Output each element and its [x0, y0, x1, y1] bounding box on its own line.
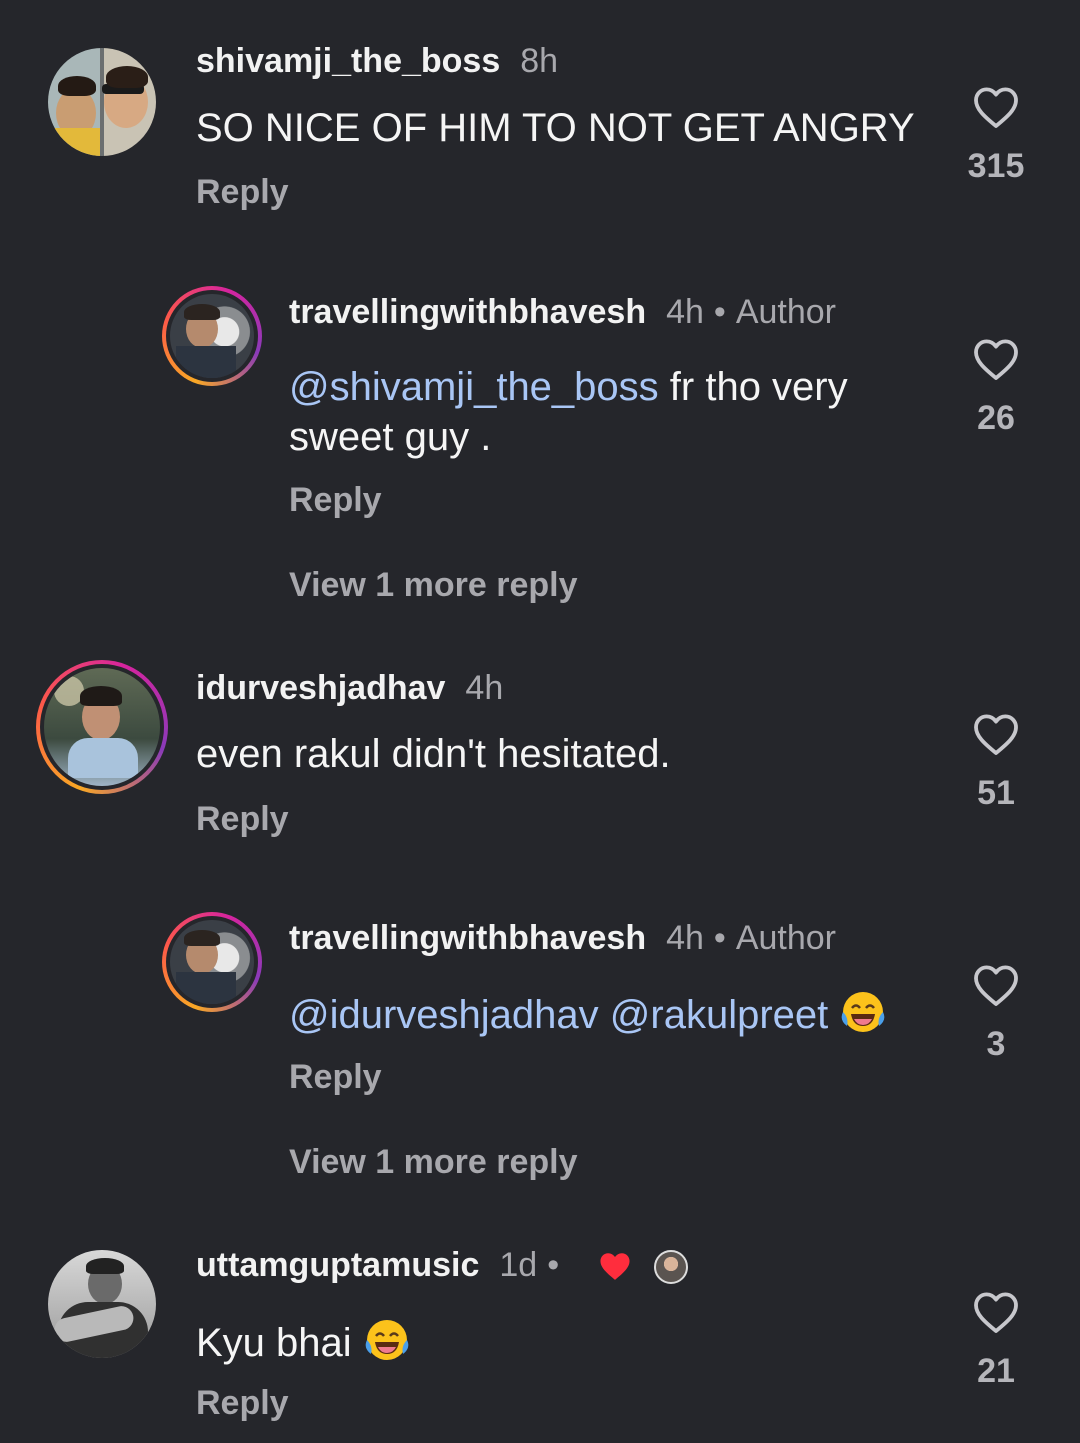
comment-text: even rakul didn't hesitated. — [196, 732, 671, 776]
like-count: 3 — [986, 1025, 1006, 1063]
username[interactable]: shivamji_the_boss — [196, 42, 500, 80]
like-button[interactable]: 21 — [946, 1290, 1046, 1391]
comment-idurveshjadhav: idurveshjadhav 4h even rakul didn't hesit… — [0, 620, 1080, 880]
avatar[interactable] — [36, 660, 168, 794]
comment-header: travellingwithbhavesh 4h • Author — [289, 293, 836, 332]
like-count: 315 — [967, 147, 1025, 185]
comment-body: Kyu bhai — [196, 1321, 352, 1365]
view-more-replies-button[interactable]: View 1 more reply — [289, 1143, 578, 1182]
avatar[interactable] — [48, 1250, 156, 1358]
comment-header: shivamji_the_boss 8h — [196, 42, 558, 81]
like-button[interactable]: 3 — [946, 963, 1046, 1064]
avatar[interactable] — [162, 912, 262, 1012]
avatar[interactable] — [48, 48, 156, 156]
heart-outline-icon[interactable] — [972, 85, 1020, 129]
comment-text: @shivamji_the_boss fr tho very sweet guy… — [289, 362, 909, 462]
like-button[interactable]: 26 — [946, 337, 1046, 438]
mention-link[interactable]: @rakulpreet — [610, 993, 828, 1037]
like-button[interactable]: 315 — [946, 85, 1046, 186]
timestamp: 1d — [499, 1246, 538, 1284]
heart-outline-icon[interactable] — [972, 963, 1020, 1007]
comment-text: @idurveshjadhav @rakulpreet — [289, 988, 887, 1040]
separator-dot: • — [713, 293, 726, 331]
creator-avatar — [654, 1250, 688, 1284]
username[interactable]: uttamguptamusic — [196, 1246, 479, 1284]
separator-dot: • — [713, 919, 726, 957]
comment-header: idurveshjadhav 4h — [196, 669, 503, 708]
reply-button[interactable]: Reply — [289, 481, 382, 520]
reply-button[interactable]: Reply — [196, 1384, 289, 1423]
like-button[interactable]: 51 — [946, 712, 1046, 813]
comment-uttamguptamusic: uttamguptamusic 1d • Kyu bhai Reply 21 — [0, 1210, 1080, 1443]
timestamp: 4h — [465, 669, 504, 707]
like-count: 51 — [977, 774, 1015, 812]
heart-outline-icon[interactable] — [972, 712, 1020, 756]
author-badge: Author — [735, 919, 837, 957]
reply-travellingwithbhavesh-1: travellingwithbhavesh 4h • Author @shivamji… — [0, 250, 1080, 620]
red-heart-icon — [600, 1253, 630, 1280]
comment-shivamji: shivamji_the_boss 8h SO NICE OF HIM TO NO… — [0, 0, 1080, 250]
mention-link[interactable]: @shivamji_the_boss — [289, 365, 659, 409]
username[interactable]: idurveshjadhav — [196, 669, 445, 707]
like-count: 26 — [977, 399, 1015, 437]
comment-header: travellingwithbhavesh 4h • Author — [289, 919, 836, 958]
mention-link[interactable]: @idurveshjadhav — [289, 993, 599, 1037]
view-more-replies-button[interactable]: View 1 more reply — [289, 566, 578, 605]
reply-button[interactable]: Reply — [196, 173, 289, 212]
heart-outline-icon[interactable] — [972, 1290, 1020, 1334]
reply-travellingwithbhavesh-2: travellingwithbhavesh 4h • Author @idurvesh… — [0, 880, 1080, 1210]
reply-button[interactable]: Reply — [196, 800, 289, 839]
heart-outline-icon[interactable] — [972, 337, 1020, 381]
reply-button[interactable]: Reply — [289, 1058, 382, 1097]
timestamp: 4h — [666, 919, 704, 957]
avatar[interactable] — [162, 286, 262, 386]
timestamp: 4h — [666, 293, 704, 331]
author-badge: Author — [735, 293, 837, 331]
separator-dot: • — [547, 1246, 560, 1284]
timestamp: 8h — [520, 42, 559, 80]
username[interactable]: travellingwithbhavesh — [289, 919, 646, 957]
face-with-tears-of-joy-emoji — [842, 992, 885, 1032]
comment-header: uttamguptamusic 1d • — [196, 1246, 688, 1285]
like-count: 21 — [977, 1352, 1015, 1390]
comment-text: SO NICE OF HIM TO NOT GET ANGRY — [196, 106, 915, 150]
face-with-tears-of-joy-emoji — [365, 1320, 409, 1360]
comment-text: Kyu bhai — [196, 1316, 411, 1368]
username[interactable]: travellingwithbhavesh — [289, 293, 646, 331]
